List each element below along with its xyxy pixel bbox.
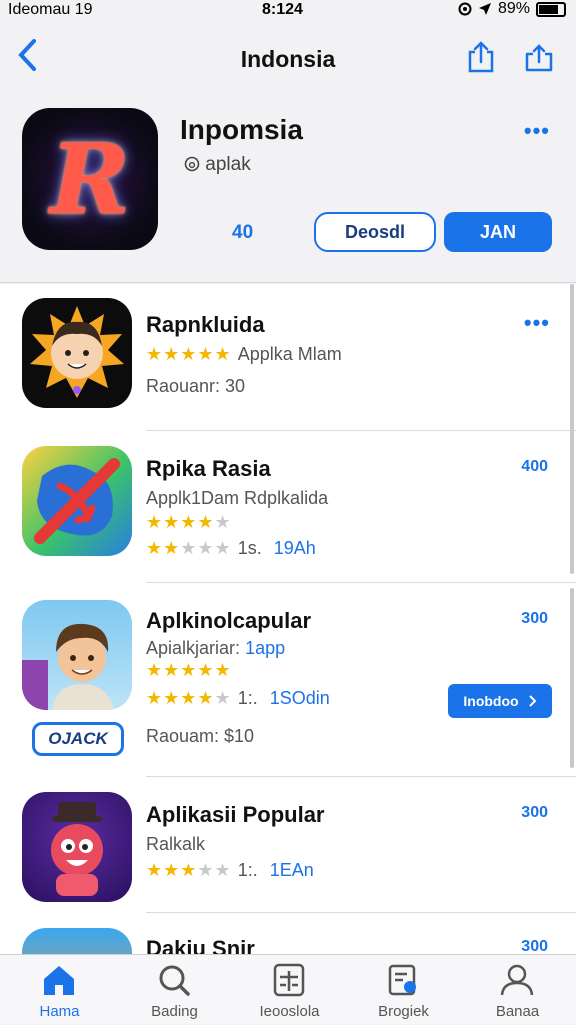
app-name: Aplkinolcapular [146, 608, 312, 633]
app-name: Rapnkluida [146, 312, 265, 337]
featured-app-mini-label[interactable]: 40 [232, 222, 253, 244]
map-arrow-icon [34, 458, 120, 544]
row-divider [146, 912, 576, 913]
featured-app-header: R Inpomsia aplak ••• 40 Deosdl JAN [0, 96, 576, 280]
app-name: Rpika Rasia [146, 456, 271, 481]
status-bar: Ideomau 19 8:124 89% [0, 0, 576, 22]
app-subtitle: Applk1Dam Rdplkalida [146, 488, 329, 508]
app-price[interactable]: 300 [521, 804, 548, 822]
tab-profile[interactable]: Banaa [460, 955, 575, 1025]
promo-badge[interactable]: OJACK [32, 722, 124, 756]
app-size: 1EAn [269, 860, 314, 880]
rating-stars: ★★★★★ Applka Mlam [146, 344, 342, 364]
location-icon [458, 2, 472, 16]
scrollbar-lower[interactable] [570, 588, 574, 768]
app-icon-rapnkluida [22, 298, 132, 408]
app-logo-letter-icon: R [50, 122, 130, 236]
details-button[interactable]: Deosdl [314, 212, 436, 252]
tab-bar: Hama Bading Ieooslola Brogiek Banaa [0, 954, 576, 1024]
app-subtitle-link[interactable]: 1app [245, 638, 285, 658]
app-subtitle: Ralkalk [146, 834, 206, 854]
search-icon [159, 965, 190, 996]
list-item[interactable]: Rapnkluida ★★★★★ Applka Mlam Raouanr: 30 … [0, 284, 576, 432]
rating-stars: ★★★★★ [146, 512, 232, 532]
rating-count: 1s. [237, 538, 262, 558]
rating-stars-secondary: ★★★★★ 1:. 1SOdin [146, 688, 330, 708]
app-icon-dakiu-snir [22, 928, 132, 954]
chevron-right-icon [528, 695, 537, 707]
app-subtitle: Applka Mlam [237, 344, 342, 364]
app-icon-aplkinolcapular [22, 600, 132, 710]
more-options-button[interactable]: ••• [524, 118, 550, 144]
export-button[interactable] [524, 40, 554, 74]
tab-label: Ieooslola [259, 1003, 320, 1020]
app-price[interactable]: 400 [521, 458, 548, 476]
app-price[interactable]: 300 [521, 938, 548, 954]
list-item[interactable]: Aplikasii Popular Ralkalk ★★★★★ 1:. 1EAn 3… [0, 778, 576, 914]
tab-updates[interactable]: Brogiek [346, 955, 461, 1025]
list-item[interactable]: Rpika Rasia Applk1Dam Rdplkalida ★★★★★ ★… [0, 432, 576, 584]
featured-app-icon[interactable]: R [22, 108, 158, 250]
open-button[interactable]: Inobdoo [448, 684, 552, 718]
app-price[interactable]: 300 [521, 610, 548, 628]
rating-count: 1:. [237, 688, 258, 708]
tab-search[interactable]: Bading [117, 955, 232, 1025]
tab-label: Bading [151, 1003, 198, 1020]
rating-stars-secondary: ★★★★★ 1s. 19Ah [146, 538, 316, 558]
app-size: 19Ah [273, 538, 316, 558]
profile-icon [500, 964, 534, 996]
app-subtitle: Apialkjariar: 1app [146, 638, 285, 659]
app-name: Aplikasii Popular [146, 802, 325, 827]
share-button[interactable] [466, 40, 496, 74]
app-icon-rpika-rasia [22, 446, 132, 556]
carrier-label: Ideomau 19 [8, 1, 93, 18]
section-divider [0, 282, 576, 283]
list-item[interactable]: OJACK Aplkinolcapular Apialkjariar: 1app… [0, 584, 576, 778]
navigation-arrow-icon [478, 3, 491, 15]
app-meta: Raouam: $10 [146, 726, 255, 746]
app-meta: Raouanr: 30 [146, 376, 246, 396]
list-item[interactable]: Dakiu Snir 300 [0, 914, 576, 954]
featured-app-subtitle-text: aplak [205, 154, 251, 175]
upload-icon [525, 44, 553, 72]
tab-categories[interactable]: Ieooslola [232, 955, 347, 1025]
share-icon [468, 41, 494, 73]
sun-avatar-icon [30, 306, 124, 398]
app-subtitle-text: Apialkjariar: [146, 638, 241, 658]
battery-icon [536, 1, 566, 17]
row-more-button[interactable]: ••• [524, 310, 550, 336]
status-icons: 89% [458, 0, 566, 18]
mascot-icon [51, 802, 103, 896]
navigation-bar: Indonsia [0, 30, 576, 86]
rating-stars: ★★★★★ [146, 660, 232, 680]
featured-app-name: Inpomsia [180, 114, 303, 145]
rating-stars: ★★★★★ 1:. 1EAn [146, 860, 314, 880]
cartoon-boy-icon [22, 623, 114, 710]
tab-label: Brogiek [378, 1003, 429, 1020]
calculator-icon [273, 963, 305, 997]
app-icon-aplikasii-popular [22, 792, 132, 902]
tab-label: Hama [39, 1003, 80, 1020]
open-button-label: Inobdoo [463, 693, 519, 709]
home-icon [44, 966, 74, 995]
app-size: 1SOdin [269, 688, 330, 708]
scrollbar-upper[interactable] [570, 284, 574, 574]
row-divider [146, 582, 576, 583]
get-button[interactable]: JAN [444, 212, 552, 252]
tab-home[interactable]: Hama [2, 955, 117, 1025]
document-icon [388, 964, 416, 996]
info-icon [184, 156, 200, 172]
rating-count: 1:. [237, 860, 258, 880]
clock: 8:124 [262, 1, 303, 18]
featured-app-subtitle: aplak [184, 154, 251, 176]
row-divider [146, 430, 576, 431]
battery-percent: 89% [497, 0, 530, 17]
app-name: Dakiu Snir [146, 936, 255, 954]
tab-label: Banaa [495, 1003, 540, 1020]
app-list: Rapnkluida ★★★★★ Applka Mlam Raouanr: 30 … [0, 284, 576, 954]
row-divider [146, 776, 576, 777]
